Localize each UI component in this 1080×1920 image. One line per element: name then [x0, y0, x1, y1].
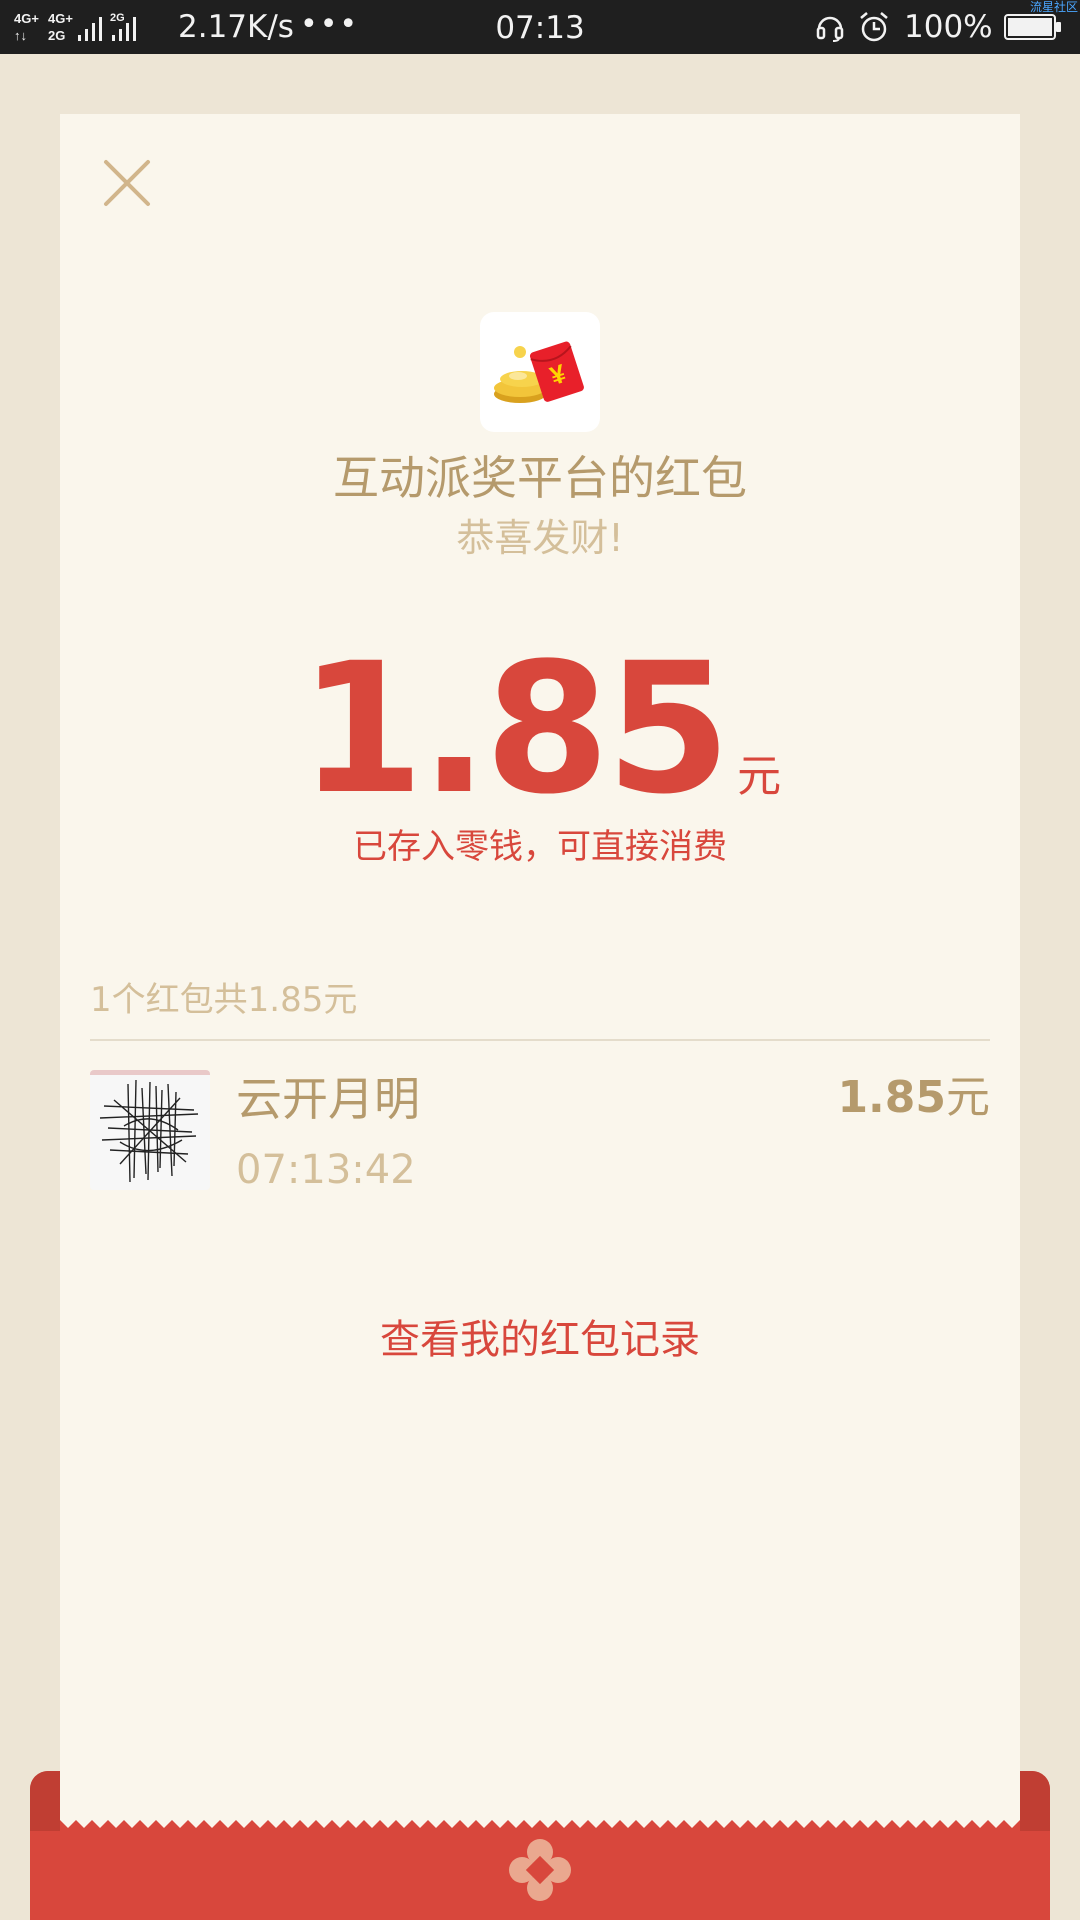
- red-envelope-coins-icon: ¥: [480, 312, 600, 432]
- amount-unit: 元: [737, 751, 782, 802]
- record-amount-value: 1.85: [837, 1072, 946, 1123]
- envelope-emblem-icon: [509, 1839, 571, 1901]
- battery-icon: [1004, 14, 1061, 40]
- envelope-shadow-right: [1020, 1771, 1050, 1831]
- status-bar: 4G+ ↑↓ 4G+ 2G 2G 2.17K/s ••• 07:13 100% …: [0, 0, 1080, 54]
- amount-display: 1.85 元: [0, 640, 1080, 820]
- amount-value: 1.85: [298, 625, 731, 834]
- record-amount: 1.85元: [837, 1068, 990, 1128]
- greeting-text: 恭喜发财!: [456, 516, 624, 560]
- amount-note: 已存入零钱，可直接消费: [353, 827, 727, 867]
- envelope-shadow-left: [30, 1771, 60, 1831]
- divider: [90, 1039, 990, 1041]
- view-history-link[interactable]: 查看我的红包记录: [0, 1312, 1080, 1368]
- record-amount-unit: 元: [946, 1072, 990, 1123]
- battery-percent: 100%: [904, 9, 993, 45]
- record-name: 云开月明: [236, 1072, 420, 1126]
- avatar[interactable]: [90, 1070, 210, 1190]
- sender-title: 互动派奖平台的红包: [333, 451, 747, 505]
- list-item[interactable]: 云开月明 07:13:42 1.85元: [90, 1068, 990, 1193]
- close-icon[interactable]: [102, 158, 152, 208]
- watermark-label: 流星社区: [1029, 0, 1078, 14]
- alarm-icon: [860, 12, 888, 42]
- headset-icon: [816, 16, 844, 42]
- card-zigzag-edge: [60, 1812, 1020, 1828]
- record-time: 07:13:42: [236, 1147, 416, 1193]
- packet-summary: 1个红包共1.85元: [90, 980, 358, 1020]
